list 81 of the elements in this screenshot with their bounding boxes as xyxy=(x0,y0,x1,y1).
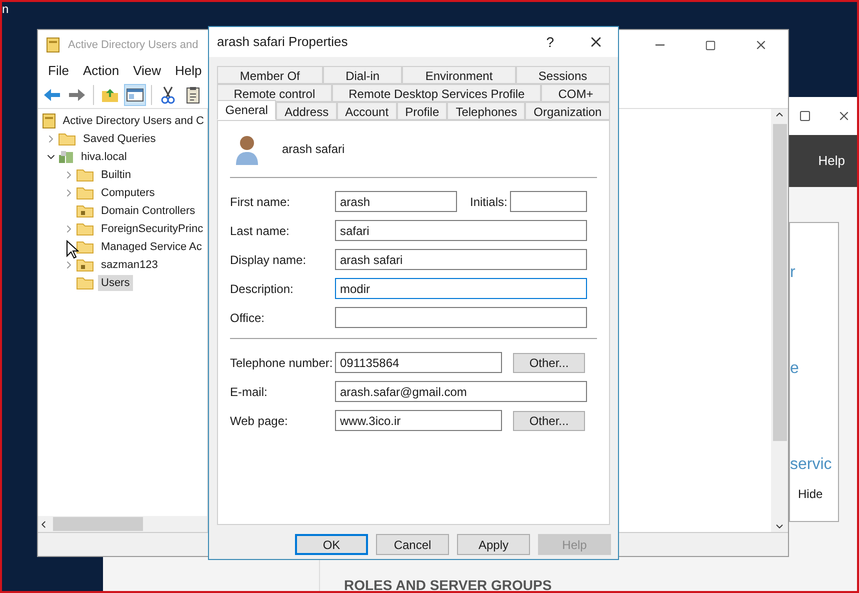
maximize-icon[interactable] xyxy=(799,110,811,122)
field-label: Initials: xyxy=(470,194,508,210)
field-label: Last name: xyxy=(230,222,290,240)
field-label: Web page: xyxy=(230,412,289,430)
text-field[interactable]: 091135864 xyxy=(335,352,502,373)
folder-icon xyxy=(76,240,94,254)
help-button[interactable]: ? xyxy=(546,32,554,52)
folder-icon xyxy=(76,258,94,272)
tree-item[interactable]: Domain Controllers xyxy=(98,202,198,220)
field-label: Description: xyxy=(230,280,294,298)
folder-icon xyxy=(76,204,94,218)
tab[interactable]: Environment xyxy=(402,66,516,84)
menu-item[interactable]: Help xyxy=(175,61,202,81)
maximize-icon[interactable] xyxy=(705,40,716,50)
dialog-button[interactable]: Cancel xyxy=(376,534,449,555)
field-label: First name: xyxy=(230,194,292,210)
dialog-button[interactable]: Apply xyxy=(457,534,530,555)
user-icon xyxy=(234,133,260,165)
hide-link[interactable]: Hide xyxy=(798,485,838,503)
tile-heading: servic xyxy=(790,455,833,475)
tree-item[interactable]: Users xyxy=(98,274,133,292)
tab[interactable]: Member Of xyxy=(217,66,323,84)
tile-heading: e xyxy=(790,359,800,379)
scrollbar-thumb[interactable] xyxy=(772,124,786,441)
tab[interactable]: Remote control xyxy=(217,84,332,102)
section-title: ROLES AND SERVER GROUPS xyxy=(344,576,553,591)
text-field[interactable]: arash.safar@gmail.com xyxy=(335,381,587,402)
folder-icon xyxy=(76,276,94,290)
tree-item[interactable]: Computers xyxy=(98,184,158,202)
tree-item[interactable]: sazman123 xyxy=(98,256,161,274)
tree-item[interactable]: Builtin xyxy=(98,166,134,184)
tab[interactable]: Profile xyxy=(396,102,448,120)
tile-heading: r xyxy=(790,263,796,283)
close-icon[interactable] xyxy=(754,38,768,52)
console-icon xyxy=(42,113,56,129)
tab[interactable]: Account xyxy=(336,102,397,120)
menu-item[interactable]: View xyxy=(133,61,162,81)
dialog-title: arash safari Properties xyxy=(217,33,349,52)
folder-icon xyxy=(76,168,94,182)
user-name: arash safari xyxy=(282,141,345,158)
tab[interactable]: Sessions xyxy=(516,66,610,84)
tree-item[interactable]: ForeignSecurityPrinc xyxy=(98,220,206,238)
text-field[interactable]: www.3ico.ir xyxy=(335,410,502,431)
menu-item[interactable]: Action xyxy=(82,61,120,81)
field-label: Telephone number: xyxy=(230,354,334,372)
scrollbar-thumb[interactable] xyxy=(53,517,143,531)
tab[interactable]: Address xyxy=(276,102,337,120)
other-button[interactable]: Other... xyxy=(513,410,585,430)
tab[interactable]: Remote Desktop Services Profile xyxy=(332,84,542,102)
console-icon xyxy=(46,37,60,53)
folder-icon xyxy=(76,186,94,200)
domain-icon xyxy=(58,150,74,164)
text-field[interactable] xyxy=(510,191,587,212)
tab[interactable]: General xyxy=(217,100,276,120)
console-tree-icon[interactable] xyxy=(124,84,146,106)
text-field[interactable]: arash safari xyxy=(335,249,587,270)
close-icon[interactable] xyxy=(837,109,851,123)
field-label: Office: xyxy=(230,310,266,326)
other-button[interactable]: Other... xyxy=(513,352,585,372)
text-field[interactable]: safari xyxy=(335,220,587,241)
field-label: E-mail: xyxy=(230,384,268,400)
dialog-button[interactable]: OK xyxy=(295,534,368,555)
menu-item[interactable]: File xyxy=(48,61,69,81)
text-field[interactable]: arash xyxy=(335,191,457,212)
tab[interactable]: COM+ xyxy=(541,84,610,102)
tree-item[interactable]: Saved Queries xyxy=(80,130,159,148)
tab[interactable]: Organization xyxy=(525,102,610,120)
tree-item[interactable]: Active Directory Users and C xyxy=(60,112,207,130)
field-label: Display name: xyxy=(230,252,308,268)
tab[interactable]: Telephones xyxy=(447,102,526,120)
tree-item[interactable]: Managed Service Ac xyxy=(98,238,205,256)
text-field[interactable] xyxy=(335,307,587,328)
help-menu[interactable]: Help xyxy=(818,151,845,171)
folder-icon xyxy=(76,222,94,236)
window-title: Active Directory Users and xyxy=(68,38,198,53)
tab[interactable]: Dial-in xyxy=(322,66,402,84)
folder-icon xyxy=(58,132,76,146)
text-field[interactable]: modir xyxy=(335,278,587,299)
tree-item[interactable]: hiva.local xyxy=(78,148,130,166)
mouse-cursor-icon xyxy=(66,240,79,259)
desktop-label: n xyxy=(2,2,9,18)
